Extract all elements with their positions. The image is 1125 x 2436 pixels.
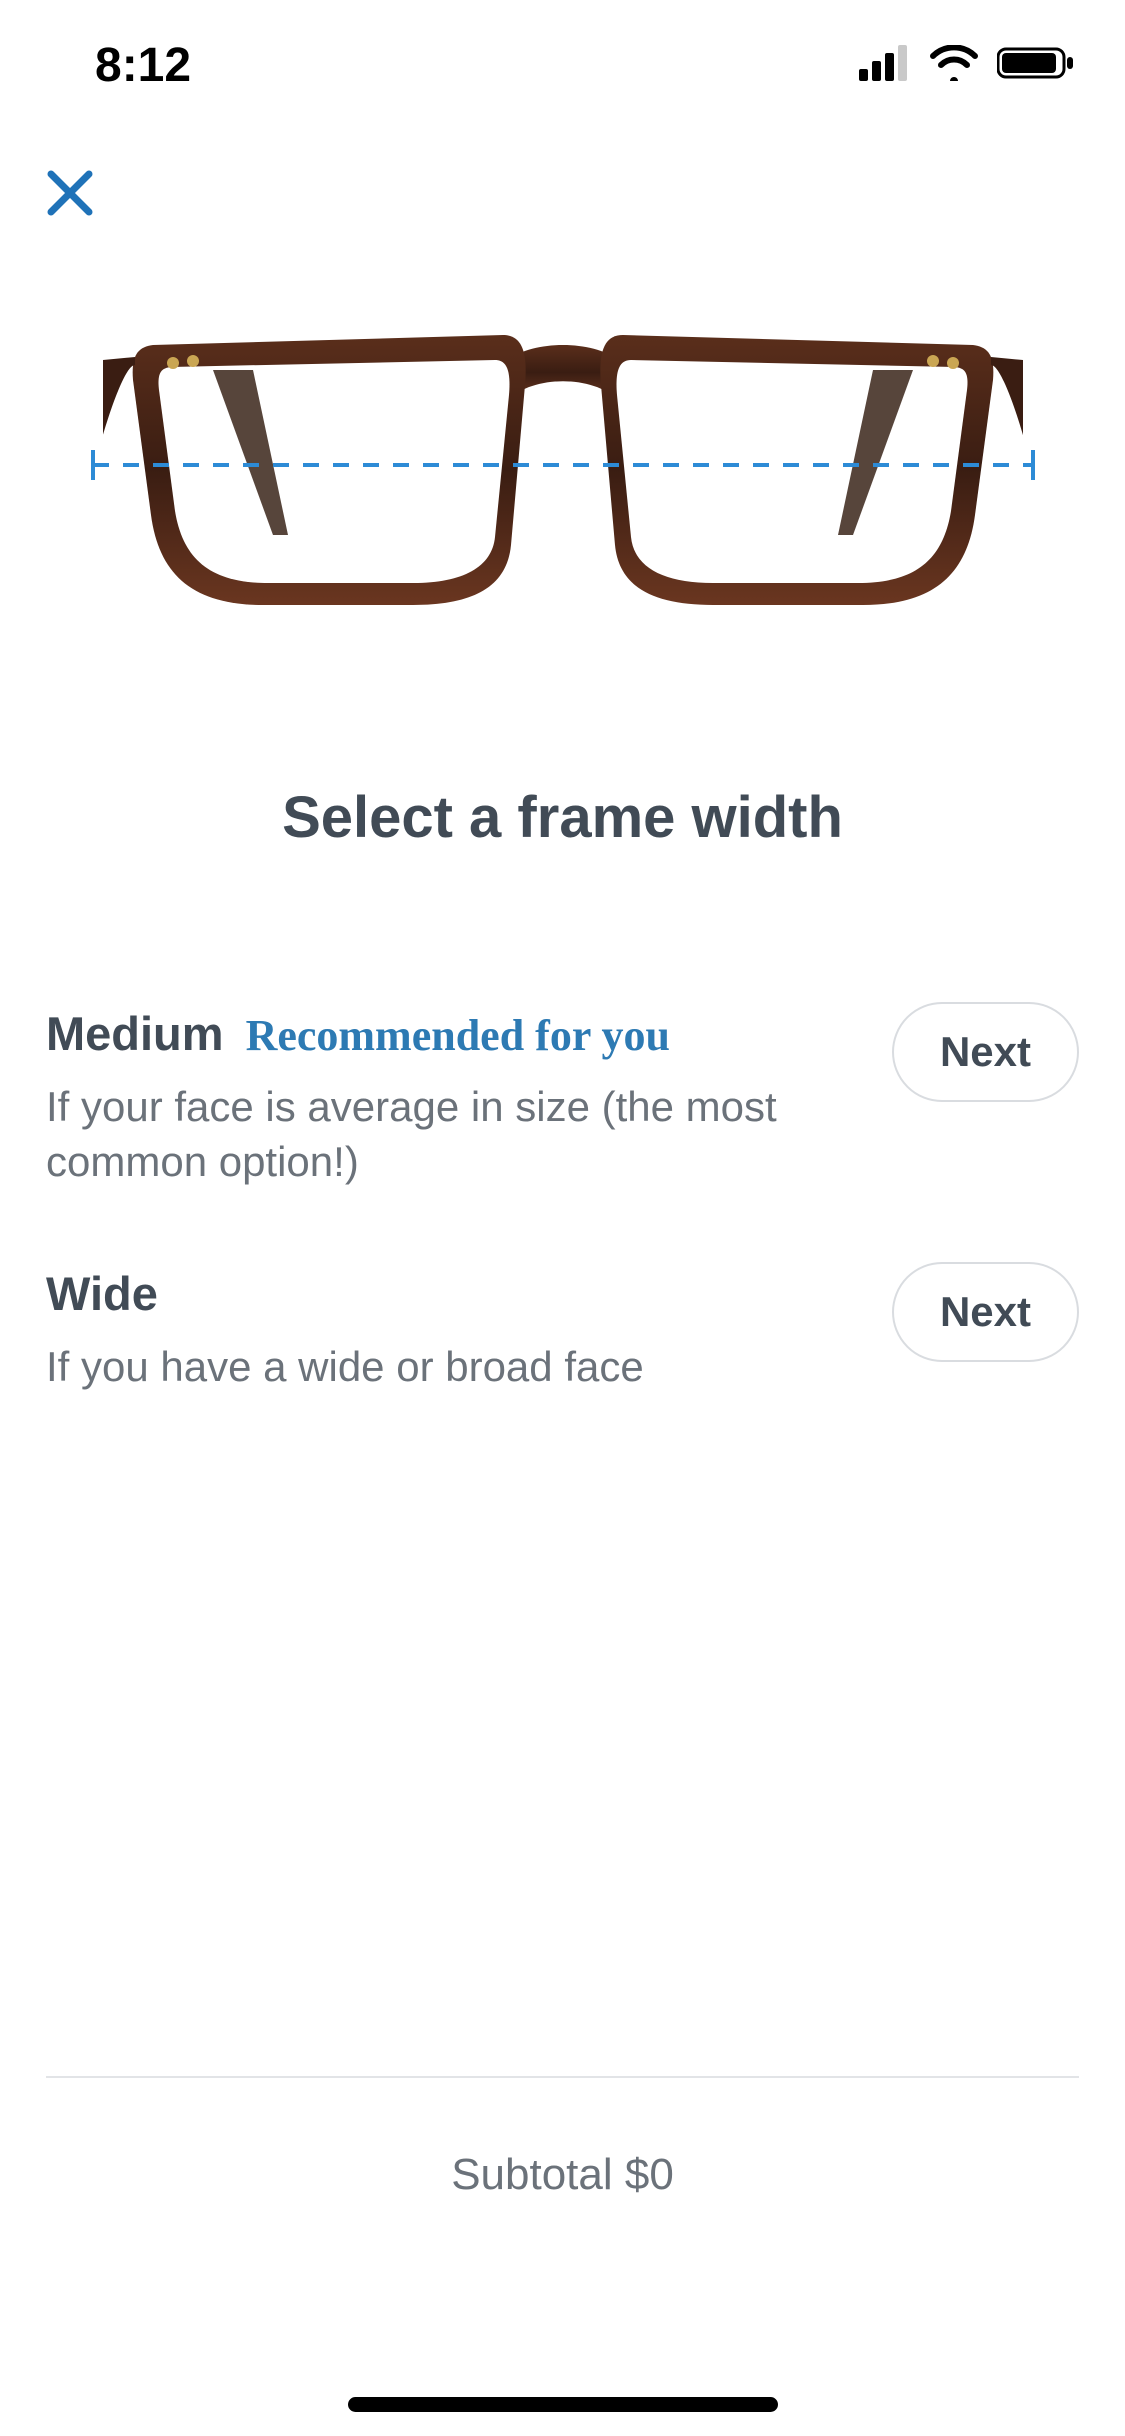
status-bar: 8:12 xyxy=(0,0,1125,130)
option-description: If your face is average in size (the mos… xyxy=(46,1079,862,1190)
subtotal: Subtotal $0 xyxy=(0,2150,1125,2200)
glasses-image xyxy=(0,305,1125,625)
cellular-icon xyxy=(859,45,911,86)
close-button[interactable] xyxy=(35,160,105,230)
option-wide: Wide If you have a wide or broad face Ne… xyxy=(46,1230,1079,1434)
next-button-medium[interactable]: Next xyxy=(892,1002,1079,1102)
wifi-icon xyxy=(929,45,979,86)
status-indicators xyxy=(859,45,1075,86)
frame-width-options: Medium Recommended for you If your face … xyxy=(46,970,1079,1434)
status-time: 8:12 xyxy=(95,38,191,93)
battery-icon xyxy=(997,45,1075,86)
option-label: Wide xyxy=(46,1266,158,1321)
close-icon xyxy=(45,168,95,223)
option-description: If you have a wide or broad face xyxy=(46,1339,862,1394)
recommended-badge: Recommended for you xyxy=(246,1010,670,1061)
divider xyxy=(46,2076,1079,2078)
option-label: Medium xyxy=(46,1006,224,1061)
next-button-wide[interactable]: Next xyxy=(892,1262,1079,1362)
home-indicator[interactable] xyxy=(348,2397,778,2412)
option-medium: Medium Recommended for you If your face … xyxy=(46,970,1079,1230)
page-title: Select a frame width xyxy=(0,784,1125,851)
